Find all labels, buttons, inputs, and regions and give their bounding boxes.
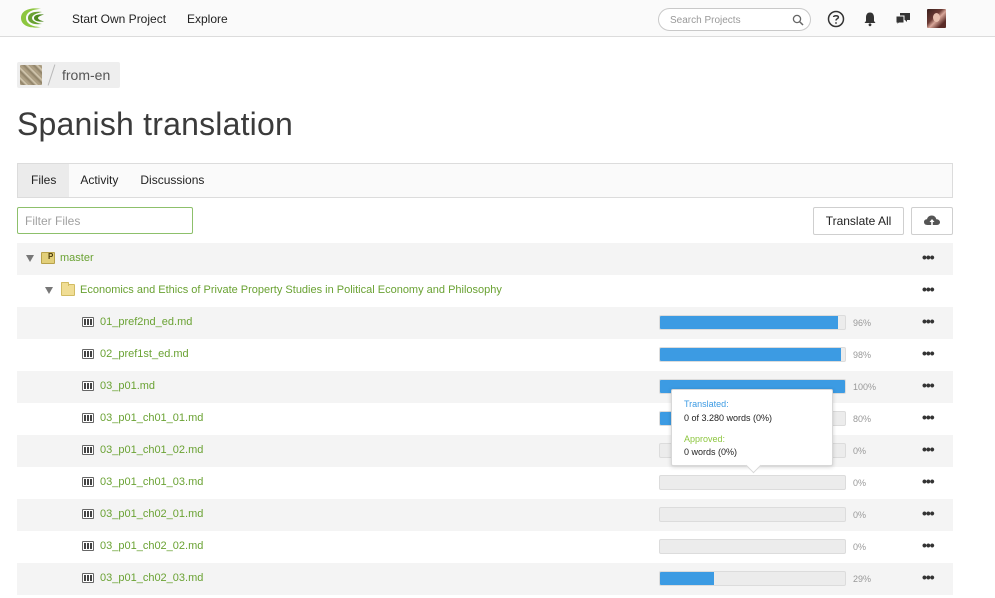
progress-bar-fill — [660, 572, 714, 585]
more-options-icon[interactable]: ••• — [922, 281, 935, 297]
caret-down-icon[interactable] — [45, 287, 53, 294]
progress-bar — [659, 571, 846, 586]
more-options-icon[interactable]: ••• — [922, 249, 935, 265]
search-icon[interactable] — [792, 14, 804, 26]
tab-activity[interactable]: Activity — [69, 164, 129, 197]
progress-percent: 96% — [853, 318, 872, 328]
tab-discussions[interactable]: Discussions — [129, 164, 215, 197]
progress-bar — [659, 475, 846, 490]
progress-bar-fill — [660, 348, 842, 361]
translate-all-button[interactable]: Translate All — [813, 207, 904, 235]
markdown-file-icon — [82, 349, 94, 359]
progress-percent: 0% — [853, 542, 867, 552]
markdown-file-icon — [82, 509, 94, 519]
caret-down-icon[interactable] — [26, 255, 34, 262]
more-options-icon[interactable]: ••• — [922, 345, 935, 361]
more-options-icon[interactable]: ••• — [922, 377, 935, 393]
file-row[interactable]: 03_p01_ch02_01.md 0% ••• — [17, 499, 953, 531]
more-options-icon[interactable]: ••• — [922, 569, 935, 585]
progress-bar — [659, 539, 846, 554]
more-options-icon[interactable]: ••• — [922, 313, 935, 329]
file-row[interactable]: 03_p01_ch02_02.md 0% ••• — [17, 531, 953, 563]
search-projects-box[interactable] — [658, 8, 811, 31]
file-name[interactable]: 01_pref2nd_ed.md — [100, 316, 192, 328]
markdown-file-icon — [82, 381, 94, 391]
file-name[interactable]: 03_p01_ch02_01.md — [100, 508, 203, 520]
explore-link[interactable]: Explore — [187, 12, 228, 26]
breadcrumb-directory[interactable]: from-en — [58, 67, 120, 83]
cloud-upload-icon — [924, 215, 940, 227]
folder-icon — [61, 282, 75, 296]
file-name[interactable]: 03_p01.md — [100, 380, 155, 392]
more-options-icon[interactable]: ••• — [922, 441, 935, 457]
file-name[interactable]: 03_p01_ch02_03.md — [100, 572, 203, 584]
crowdin-logo-icon[interactable] — [17, 6, 49, 30]
breadcrumb-separator — [48, 62, 58, 88]
breadcrumb: from-en — [17, 62, 121, 88]
user-avatar[interactable] — [927, 9, 946, 28]
progress-bar — [659, 315, 846, 330]
progress-bar-fill — [660, 316, 838, 329]
progress-percent: 98% — [853, 350, 872, 360]
tab-bar: Files Activity Discussions — [17, 163, 953, 198]
branch-name[interactable]: master — [60, 252, 94, 264]
progress-bar — [659, 507, 846, 522]
more-options-icon[interactable]: ••• — [922, 505, 935, 521]
file-name[interactable]: 03_p01_ch01_01.md — [100, 412, 203, 424]
bell-icon[interactable] — [861, 10, 879, 28]
markdown-file-icon — [82, 317, 94, 327]
filter-files-input[interactable] — [17, 207, 193, 234]
project-avatar[interactable] — [20, 65, 42, 85]
file-row[interactable]: 01_pref2nd_ed.md 96% ••• — [17, 307, 953, 339]
markdown-file-icon — [82, 573, 94, 583]
progress-tooltip: Translated: 0 of 3.280 words (0%) Approv… — [671, 389, 833, 466]
progress-percent: 0% — [853, 510, 867, 520]
progress-percent: 100% — [853, 382, 877, 392]
translated-label: Translated: — [684, 399, 729, 409]
file-name[interactable]: 03_p01_ch01_03.md — [100, 476, 203, 488]
folder-row[interactable]: Economics and Ethics of Private Property… — [17, 275, 953, 307]
more-options-icon[interactable]: ••• — [922, 409, 935, 425]
approved-value: 0 words (0%) — [684, 447, 738, 457]
cloud-upload-button[interactable] — [911, 207, 953, 235]
page-title: Spanish translation — [17, 106, 293, 142]
file-name[interactable]: 03_p01_ch02_02.md — [100, 540, 203, 552]
start-own-project-link[interactable]: Start Own Project — [72, 12, 166, 26]
more-options-icon[interactable]: ••• — [922, 537, 935, 553]
search-projects-input[interactable] — [670, 13, 790, 27]
markdown-file-icon — [82, 413, 94, 423]
translated-value: 0 of 3.280 words (0%) — [684, 413, 773, 423]
messages-icon[interactable] — [894, 10, 912, 28]
progress-percent: 0% — [853, 446, 867, 456]
branch-row[interactable]: master ••• — [17, 243, 953, 275]
more-options-icon[interactable]: ••• — [922, 473, 935, 489]
branch-folder-icon — [41, 252, 55, 264]
file-name[interactable]: 02_pref1st_ed.md — [100, 348, 189, 360]
file-row[interactable]: 03_p01_ch01_03.md 0% ••• — [17, 467, 953, 499]
progress-percent: 80% — [853, 414, 872, 424]
progress-percent: 29% — [853, 574, 872, 584]
markdown-file-icon — [82, 541, 94, 551]
markdown-file-icon — [82, 477, 94, 487]
tab-files[interactable]: Files — [18, 164, 70, 197]
approved-label: Approved: — [684, 434, 726, 444]
progress-bar — [659, 347, 846, 362]
progress-percent: 0% — [853, 478, 867, 488]
top-navbar: Start Own Project Explore — [0, 0, 995, 37]
markdown-file-icon — [82, 445, 94, 455]
file-name[interactable]: 03_p01_ch01_02.md — [100, 444, 203, 456]
folder-name[interactable]: Economics and Ethics of Private Property… — [80, 284, 502, 296]
file-row[interactable]: 03_p01_ch02_03.md 29% ••• — [17, 563, 953, 595]
file-row[interactable]: 02_pref1st_ed.md 98% ••• — [17, 339, 953, 371]
help-icon[interactable] — [827, 10, 845, 28]
